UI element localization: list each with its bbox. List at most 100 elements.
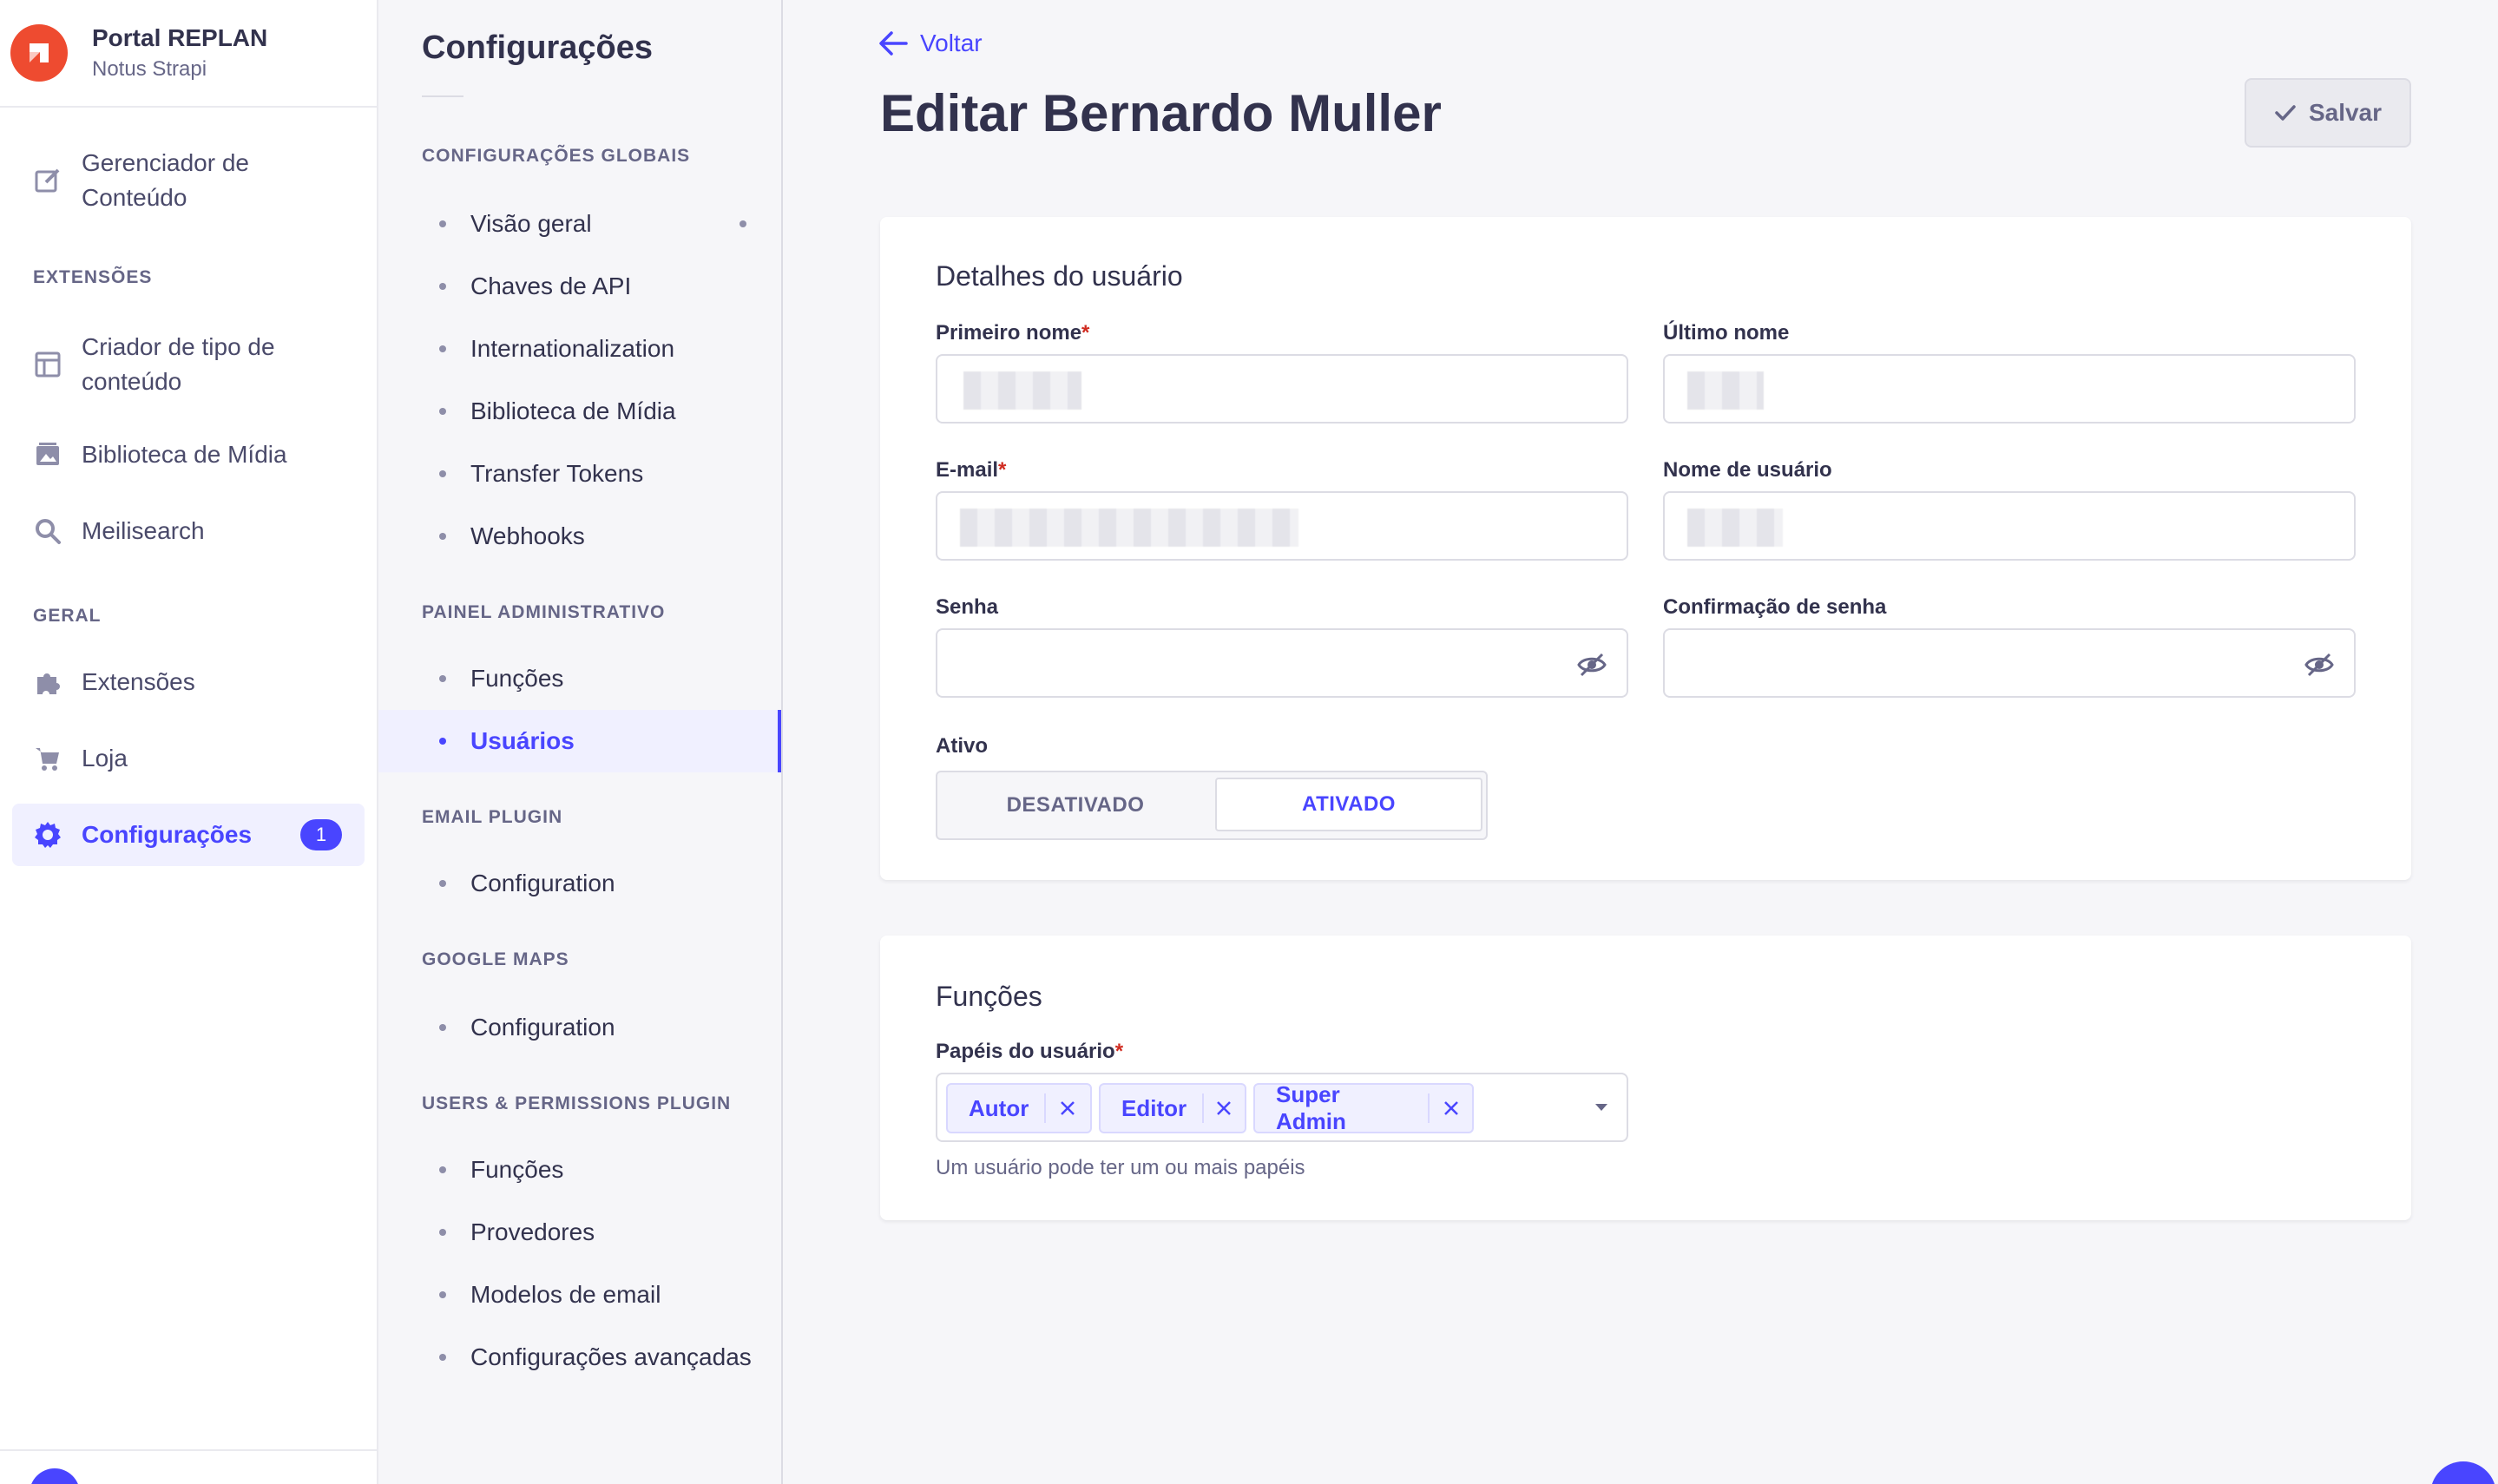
bullet-icon [439, 1229, 446, 1236]
close-icon[interactable] [1204, 1100, 1245, 1116]
subnav-item-up-roles[interactable]: Funções [378, 1139, 781, 1201]
subnav-section-title: USERS & PERMISSIONS PLUGIN [422, 1093, 732, 1113]
search-icon [33, 516, 62, 546]
redacted-value [963, 371, 1081, 410]
brand-title: Portal REPLAN [92, 24, 268, 51]
eye-off-icon[interactable] [1576, 649, 1607, 680]
subnav-item-roles[interactable]: Funções [378, 647, 781, 710]
nav-item-settings[interactable]: Configurações 1 [12, 804, 365, 866]
bullet-icon [439, 738, 446, 745]
nav-section-general: GERAL [33, 606, 102, 626]
email-field[interactable] [936, 491, 1628, 561]
bullet-icon [439, 1166, 446, 1173]
user-details-card: Detalhes do usuário Primeiro nome* Últim… [880, 217, 2411, 880]
nav-item-content-manager[interactable]: Gerenciador de Conteúdo [12, 142, 365, 219]
help-button[interactable] [2430, 1461, 2496, 1484]
subnav-item-advanced-settings[interactable]: Configurações avançadas [378, 1326, 781, 1389]
nav-item-meilisearch[interactable]: Meilisearch [12, 514, 365, 548]
password-confirm-input[interactable] [1663, 628, 2356, 698]
card-title: Funções [936, 981, 1042, 1012]
last-name-input[interactable] [1663, 354, 2356, 424]
subnav-item-users[interactable]: Usuários [378, 710, 781, 772]
puzzle-icon [33, 667, 62, 697]
back-link[interactable]: Voltar [878, 30, 983, 57]
toggle-option-off[interactable]: DESATIVADO [937, 772, 1213, 838]
subnav-item-label: Usuários [470, 727, 575, 754]
subnav-item-overview[interactable]: Visão geral [378, 193, 781, 255]
bullet-icon [439, 675, 446, 682]
user-roles-select[interactable]: Autor Editor Super Admin [936, 1073, 1628, 1142]
pencil-icon [33, 166, 62, 195]
subnav-item-transfer-tokens[interactable]: Transfer Tokens [378, 443, 781, 505]
subnav-item-label: Funções [470, 665, 564, 692]
subnav-item-label: Webhooks [470, 522, 585, 549]
avatar[interactable] [30, 1468, 80, 1484]
bullet-icon [439, 408, 446, 415]
bullet-icon [439, 1354, 446, 1361]
eye-off-icon[interactable] [2304, 649, 2335, 680]
active-toggle[interactable]: DESATIVADO ATIVADO [936, 771, 1488, 840]
redacted-value [960, 509, 1298, 547]
role-tag-autor: Autor [946, 1083, 1092, 1133]
bullet-icon [439, 345, 446, 352]
username-input[interactable] [1663, 491, 2356, 561]
subnav-item-webhooks[interactable]: Webhooks [378, 505, 781, 568]
subnav-item-label: Configuration [470, 1014, 615, 1041]
subnav-item-label: Configuration [470, 870, 615, 896]
caret-down-icon[interactable] [1595, 1104, 1607, 1111]
notification-badge: 1 [300, 819, 342, 850]
bullet-icon [439, 533, 446, 540]
subnav-item-label: Biblioteca de Mídia [470, 397, 676, 424]
brand-subtitle: Notus Strapi [92, 57, 207, 81]
indicator-dot-icon [740, 220, 746, 227]
card-title: Detalhes do usuário [936, 260, 1183, 292]
bullet-icon [439, 880, 446, 887]
subnav-section-title: PAINEL ADMINISTRATIVO [422, 602, 666, 622]
email-label: E-mail* [936, 458, 1007, 482]
subnav-item-api-tokens[interactable]: Chaves de API [378, 255, 781, 318]
nav-item-content-type-builder[interactable]: Criador de tipo de conteúdo [12, 326, 365, 403]
image-icon [33, 440, 62, 469]
subnav-item-providers[interactable]: Provedores [378, 1201, 781, 1264]
roles-card: Funções Papéis do usuário* Autor Editor … [880, 936, 2411, 1220]
bullet-icon [439, 1291, 446, 1298]
save-label: Salvar [2308, 99, 2383, 126]
subnav-item-maps-configuration[interactable]: Configuration [378, 996, 781, 1059]
password-label: Senha [936, 595, 999, 619]
subnav-title: Configurações [422, 30, 654, 66]
subnav-item-label: Chaves de API [470, 273, 632, 299]
subnav-item-label: Configurações avançadas [470, 1343, 752, 1370]
subnav-item-label: Internationalization [470, 335, 675, 362]
nav-label: Criador de tipo de conteúdo [82, 333, 275, 395]
subnav-item-email-templates[interactable]: Modelos de email [378, 1264, 781, 1326]
close-icon[interactable] [1430, 1100, 1472, 1116]
toggle-option-on[interactable]: ATIVADO [1215, 778, 1482, 831]
settings-subnav: Configurações CONFIGURAÇÕES GLOBAIS Visã… [378, 0, 783, 1484]
back-label: Voltar [920, 30, 983, 56]
subnav-item-media-library[interactable]: Biblioteca de Mídia [378, 380, 781, 443]
role-tag-label: Super Admin [1276, 1081, 1346, 1134]
last-name-label: Último nome [1663, 321, 1790, 345]
brand-header: Portal REPLAN Notus Strapi [0, 0, 377, 108]
shopping-cart-icon [33, 744, 62, 773]
nav-label: Gerenciador de Conteúdo [82, 149, 250, 211]
nav-item-plugins[interactable]: Extensões [12, 665, 365, 699]
nav-label: Configurações [82, 821, 253, 848]
subnav-item-email-configuration[interactable]: Configuration [378, 852, 781, 915]
save-button[interactable]: Salvar [2245, 78, 2411, 148]
nav-label: Meilisearch [82, 517, 205, 544]
divider [422, 95, 463, 97]
password-input[interactable] [936, 628, 1628, 698]
nav-item-marketplace[interactable]: Loja [12, 741, 365, 776]
nav-label: Extensões [82, 668, 195, 695]
roles-hint: Um usuário pode ter um ou mais papéis [936, 1156, 1305, 1179]
subnav-item-label: Visão geral [470, 210, 592, 237]
subnav-item-label: Funções [470, 1156, 564, 1183]
active-label: Ativo [936, 734, 988, 758]
nav-item-media-library[interactable]: Biblioteca de Mídia [12, 437, 365, 472]
close-icon[interactable] [1046, 1100, 1089, 1116]
subnav-item-internationalization[interactable]: Internationalization [378, 318, 781, 380]
first-name-input[interactable] [936, 354, 1628, 424]
user-roles-label: Papéis do usuário* [936, 1040, 1124, 1063]
role-tag-editor: Editor [1099, 1083, 1246, 1133]
